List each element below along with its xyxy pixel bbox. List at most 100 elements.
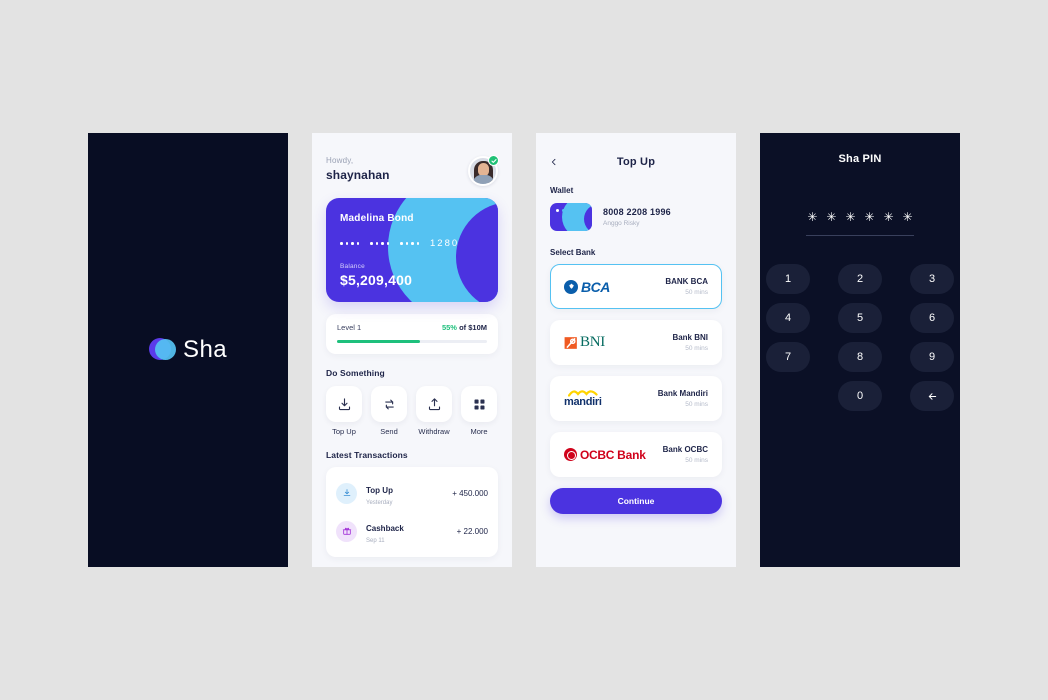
pin-mask-char: ✳ [826, 210, 837, 224]
avatar[interactable] [468, 155, 499, 186]
bank-meta: Bank Mandiri 50 mins [658, 389, 708, 408]
transaction-date: Sep 11 [366, 538, 385, 544]
wallet-number: 8008 2208 1996 [603, 207, 671, 217]
key-7[interactable]: 7 [766, 342, 810, 372]
transaction-date: Yesterday [366, 500, 393, 506]
balance-card-content: Madelina Bond 1280 Balance $5,209,400 [326, 198, 498, 302]
key-2[interactable]: 2 [838, 264, 882, 294]
arrow-left-backspace-icon [928, 392, 936, 400]
bank-eta: 50 mins [685, 457, 708, 464]
transaction-title: Cashback [366, 524, 404, 533]
bank-name: Bank BNI [672, 333, 708, 342]
level-goal: 55% of $10M [442, 323, 487, 332]
level-progress-card: Level 1 55% of $10M [326, 314, 498, 354]
download-tray-icon [336, 482, 357, 504]
transaction-info: Top Up Yesterday [366, 480, 452, 506]
greeting-text: Howdy, [326, 156, 354, 165]
grid-icon [461, 386, 497, 422]
card-mask-group-2 [370, 242, 389, 245]
wallet-card-icon [550, 203, 592, 231]
key-0[interactable]: 0 [838, 381, 882, 411]
wallet-text: 8008 2208 1996 Anggo Risky [603, 207, 671, 227]
greeting-block: Howdy, shaynahan [326, 156, 390, 182]
avatar-body [473, 175, 494, 184]
brand-name: Sha [183, 336, 227, 363]
bank-name: BANK BCA [665, 277, 708, 286]
transaction-info: Cashback Sep 11 [366, 518, 457, 544]
bank-meta: BANK BCA 50 mins [665, 277, 708, 296]
sha-logo-icon [149, 337, 177, 363]
bank-eta: 50 mins [685, 345, 708, 352]
latest-transactions-title: Latest Transactions [326, 450, 408, 460]
balance-amount: $5,209,400 [340, 272, 413, 288]
action-label: Withdraw [418, 427, 450, 436]
action-top-up[interactable]: Top Up [326, 386, 362, 436]
key-1[interactable]: 1 [766, 264, 810, 294]
bank-eta: 50 mins [685, 401, 708, 408]
pin-underline [806, 235, 914, 236]
mini-card-dots [556, 209, 565, 212]
verified-check-icon [488, 155, 499, 166]
action-more[interactable]: More [461, 386, 497, 436]
bank-option-bni[interactable]: BNI Bank BNI 50 mins [550, 320, 722, 365]
bank-name: Bank OCBC [662, 445, 708, 454]
transaction-amount: + 22.000 [456, 526, 488, 536]
key-4[interactable]: 4 [766, 303, 810, 333]
pin-mask-char: ✳ [845, 210, 856, 224]
action-withdraw[interactable]: Withdraw [416, 386, 452, 436]
card-holder-name: Madelina Bond [340, 213, 414, 224]
bank-option-mandiri[interactable]: mandiri Bank Mandiri 50 mins [550, 376, 722, 421]
bni-wordmark: BNI [580, 334, 605, 350]
mandiri-wordmark: mandiri [564, 395, 602, 408]
progress-bar-track [337, 340, 487, 343]
balance-card[interactable]: Madelina Bond 1280 Balance $5,209,400 [326, 198, 498, 302]
brand-logo: Sha [149, 336, 227, 364]
card-number: 1280 [340, 238, 484, 249]
key-backspace[interactable] [910, 381, 954, 411]
continue-button[interactable]: Continue [550, 488, 722, 514]
ocbc-logo-circle [564, 448, 577, 461]
bank-option-ocbc[interactable]: OCBC Bank Bank OCBC 50 mins [550, 432, 722, 477]
action-label: Top Up [332, 427, 356, 436]
download-tray-icon [326, 386, 362, 422]
phone-splash-screen: Sha [88, 133, 288, 567]
bank-meta: Bank BNI 50 mins [672, 333, 708, 352]
swap-arrows-icon [371, 386, 407, 422]
pin-title: Sha PIN [838, 153, 882, 165]
pin-keypad: 1 2 3 4 5 6 7 8 9 0 [760, 264, 960, 411]
ocbc-wordmark-bank: Bank [617, 447, 646, 462]
card-mask-group-1 [340, 242, 359, 245]
transaction-amount: + 450.000 [452, 488, 488, 498]
action-label: More [470, 427, 488, 436]
transaction-title: Top Up [366, 486, 393, 495]
key-8[interactable]: 8 [838, 342, 882, 372]
phone-pin-screen: Sha PIN ✳ ✳ ✳ ✳ ✳ ✳ 1 2 3 4 5 6 7 8 9 0 [760, 133, 960, 567]
transaction-row[interactable]: Cashback Sep 11 + 22.000 [336, 512, 488, 550]
bca-logo-circle [564, 279, 578, 294]
progress-bar-fill [337, 340, 420, 343]
gift-icon [336, 520, 357, 542]
wallet-owner: Anggo Risky [603, 220, 640, 227]
action-send[interactable]: Send [371, 386, 407, 436]
ocbc-logo-icon: OCBC Bank [564, 448, 646, 462]
bank-eta: 50 mins [685, 289, 708, 296]
key-3[interactable]: 3 [910, 264, 954, 294]
home-header: Howdy, shaynahan [312, 133, 512, 186]
level-label: Level 1 [337, 323, 362, 332]
pin-mask-char: ✳ [883, 210, 894, 224]
bank-meta: Bank OCBC 50 mins [663, 445, 708, 464]
key-5[interactable]: 5 [838, 303, 882, 333]
bank-option-bca[interactable]: BCA BANK BCA 50 mins [550, 264, 722, 309]
phone-home-screen: Howdy, shaynahan Madelina Bond 1280 Bala… [312, 133, 512, 567]
transaction-row[interactable]: Top Up Yesterday + 450.000 [336, 474, 488, 512]
bank-name: Bank Mandiri [657, 389, 708, 398]
mandiri-logo-icon: mandiri [564, 389, 602, 408]
key-6[interactable]: 6 [910, 303, 954, 333]
wallet-item[interactable]: 8008 2208 1996 Anggo Risky [550, 203, 722, 231]
key-blank [766, 381, 810, 411]
key-9[interactable]: 9 [910, 342, 954, 372]
balance-label: Balance [340, 263, 365, 270]
pin-mask-display[interactable]: ✳ ✳ ✳ ✳ ✳ ✳ [760, 211, 960, 223]
username-text: shaynahan [326, 168, 390, 182]
pin-mask-char: ✳ [864, 210, 875, 224]
